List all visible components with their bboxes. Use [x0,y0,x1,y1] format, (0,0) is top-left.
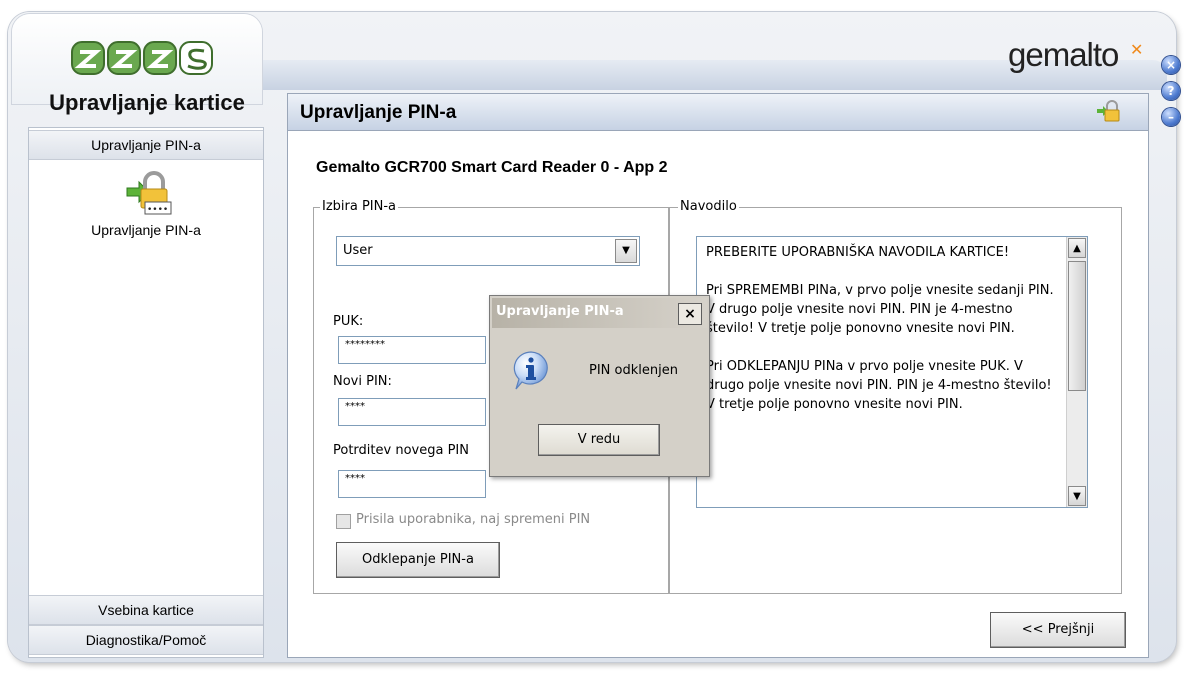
brand-star-icon: ✕ [1130,40,1144,59]
nav-pin-management[interactable]: Upravljanje PIN-a [29,130,263,160]
close-window-button[interactable]: × [1162,56,1180,74]
info-icon [513,351,548,390]
dialog-ok-button[interactable]: V redu [538,424,660,456]
pin-select-legend: Izbira PIN-a [320,199,399,214]
logo-tab: Upravljanje kartice [12,14,262,115]
confirm-pin-label: Potrditev novega PIN [333,443,469,458]
instructions-scrollbar[interactable]: ▲ ▼ [1066,237,1087,507]
sidebar-item-pin[interactable]: Upravljanje PIN-a [29,222,263,238]
panel-titlebar: Upravljanje PIN-a [288,94,1148,131]
pin-lock-icon[interactable]: •••• [123,170,173,218]
puk-label: PUK: [333,314,364,329]
main-panel: Upravljanje PIN-a Gemalto GCR700 Smart C… [287,93,1149,658]
dialog-close-button[interactable]: × [678,303,702,325]
new-pin-label: Novi PIN: [333,374,392,389]
minimize-button[interactable]: – [1162,108,1180,126]
pin-type-value: User [343,243,373,258]
app-title: Upravljanje kartice [49,90,245,115]
pin-lock-icon [1097,100,1120,122]
dialog-title: Upravljanje PIN-a [496,304,624,319]
info-dialog: Upravljanje PIN-a × PIN odklenjen V redu [489,295,710,477]
zzzs-logo [71,41,213,75]
dialog-titlebar: Upravljanje PIN-a × [492,298,707,328]
page-title: Upravljanje PIN-a [300,102,457,123]
scroll-down-icon[interactable]: ▼ [1068,486,1086,506]
help-button[interactable]: ? [1162,82,1180,100]
nav-diagnostics-help[interactable]: Diagnostika/Pomoč [29,625,263,655]
scroll-up-icon[interactable]: ▲ [1068,238,1086,258]
pin-type-select[interactable]: User ▼ [336,236,640,266]
sidebar: Upravljanje PIN-a •••• Upravljanje PIN-a… [28,127,264,658]
svg-text:••••: •••• [147,205,168,215]
puk-input[interactable]: ******** [338,336,486,364]
instruction-paragraph: Pri SPREMEMBI PINa, v prvo polje vnesite… [706,283,1054,336]
instructions-legend: Navodilo [678,199,739,214]
confirm-pin-input[interactable]: **** [338,470,486,498]
dialog-message: PIN odklenjen [589,363,678,378]
chevron-down-icon[interactable]: ▼ [615,239,637,263]
gemalto-logo: gemalto [1008,36,1119,73]
unlock-pin-button[interactable]: Odklepanje PIN-a [336,542,500,578]
instructions-textbox[interactable]: PREBERITE UPORABNIŠKA NAVODILA KARTICE! … [696,236,1088,508]
instruction-paragraph: Pri ODKLEPANJU PINa v prvo polje vnesite… [706,359,1052,412]
nav-card-content[interactable]: Vsebina kartice [29,595,263,625]
previous-button[interactable]: << Prejšnji [990,612,1126,648]
new-pin-input[interactable]: **** [338,398,486,426]
force-change-checkbox[interactable] [336,514,351,529]
instruction-paragraph: PREBERITE UPORABNIŠKA NAVODILA KARTICE! [706,245,1010,260]
instructions-group: Navodilo PREBERITE UPORABNIŠKA NAVODILA … [669,199,1122,594]
scrollbar-thumb[interactable] [1068,261,1086,391]
force-change-label: Prisila uporabnika, naj spremeni PIN [356,512,591,527]
instructions-text: PREBERITE UPORABNIŠKA NAVODILA KARTICE! … [706,243,1058,433]
reader-name: Gemalto GCR700 Smart Card Reader 0 - App… [316,159,668,176]
